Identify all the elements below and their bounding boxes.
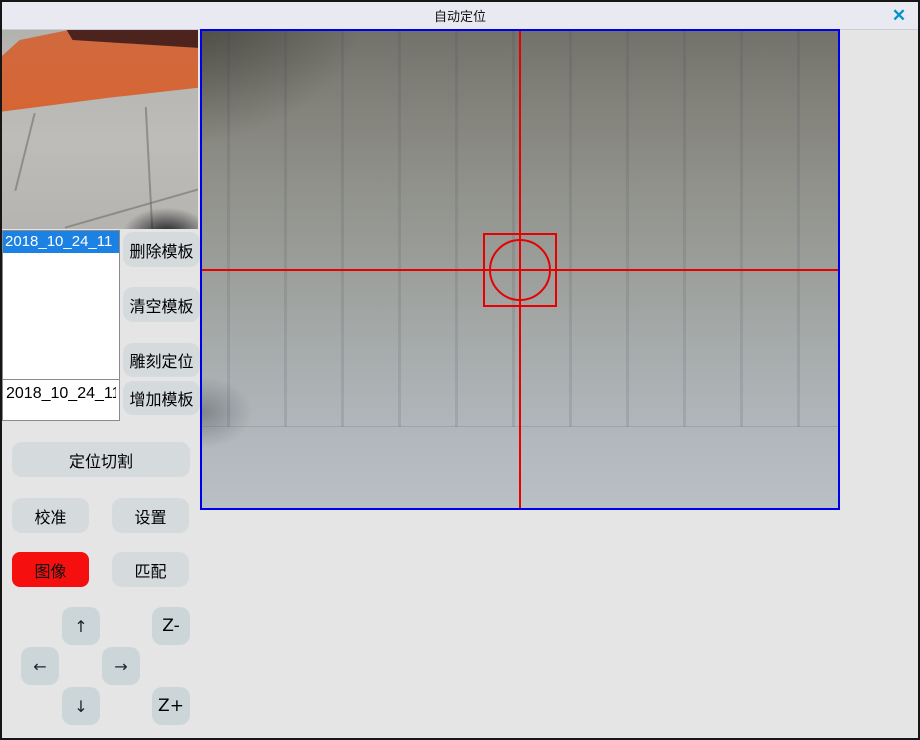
image-button[interactable]: 图像 — [12, 552, 89, 587]
jog-down-button[interactable]: ↓ — [62, 687, 100, 725]
add-template-button[interactable]: 增加模板 — [123, 381, 200, 415]
template-list[interactable]: 2018_10_24_11 — [2, 230, 120, 380]
auto-position-window: 自动定位 ✕ 2018_10_24_11 删除模板 清空模板 雕刻定位 增加模板… — [0, 0, 920, 740]
close-icon[interactable]: ✕ — [886, 5, 912, 27]
template-list-item[interactable]: 2018_10_24_11 — [3, 231, 119, 253]
calibrate-button[interactable]: 校准 — [12, 498, 89, 533]
template-name-field[interactable] — [2, 379, 120, 421]
jog-z-minus-button[interactable]: Z- — [152, 607, 190, 645]
thumb-dark-object — [2, 30, 198, 229]
delete-template-button[interactable]: 删除模板 — [123, 232, 200, 267]
window-title: 自动定位 — [434, 6, 486, 25]
jog-z-plus-button[interactable]: Z+ — [152, 687, 190, 725]
jog-left-button[interactable]: ← — [21, 647, 59, 685]
camera-view[interactable] — [200, 29, 840, 510]
match-button[interactable]: 匹配 — [112, 552, 189, 587]
titlebar: 自动定位 ✕ — [2, 2, 918, 30]
jog-up-button[interactable]: ↑ — [62, 607, 100, 645]
clear-templates-button[interactable]: 清空模板 — [123, 287, 200, 322]
template-preview-image — [2, 30, 198, 229]
settings-button[interactable]: 设置 — [112, 498, 189, 533]
engrave-position-button[interactable]: 雕刻定位 — [123, 343, 200, 377]
position-cut-button[interactable]: 定位切割 — [12, 442, 190, 477]
jog-right-button[interactable]: → — [102, 647, 140, 685]
target-circle — [489, 239, 551, 301]
